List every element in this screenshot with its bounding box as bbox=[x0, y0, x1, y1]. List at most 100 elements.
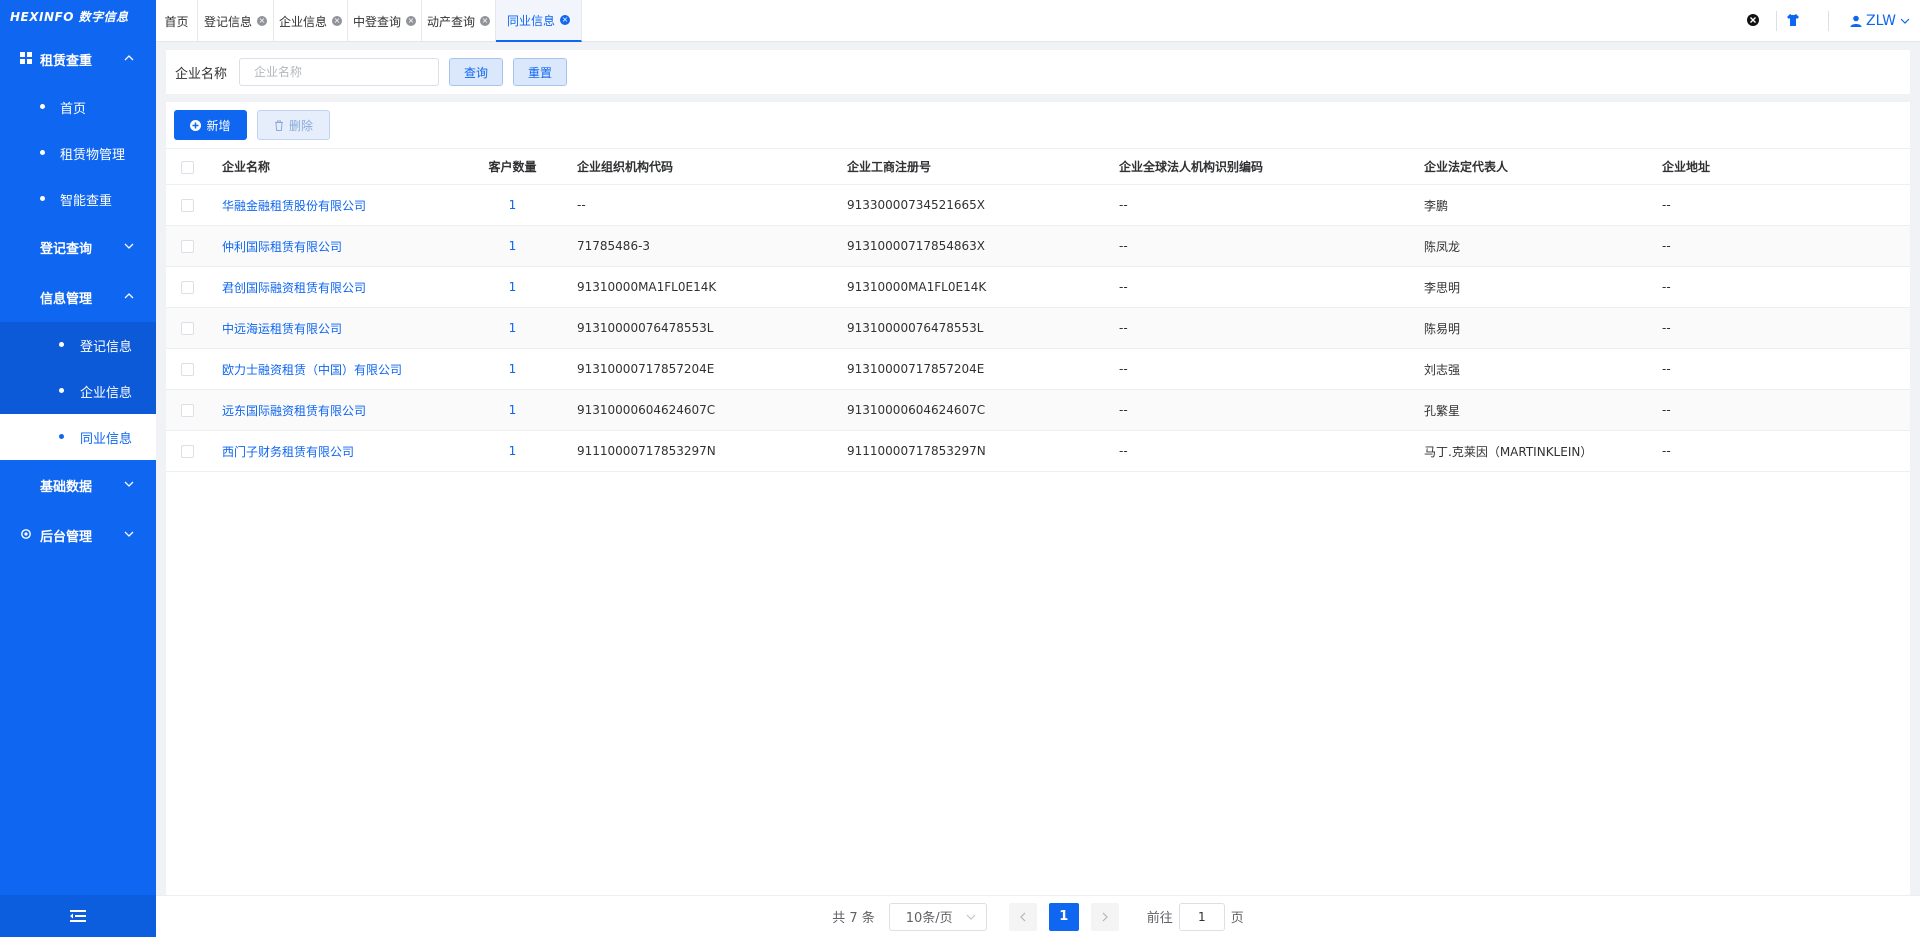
grid-icon bbox=[20, 52, 32, 64]
page-size-select[interactable]: 10条/页 bbox=[888, 902, 987, 931]
sidebar-item-registration-info[interactable]: 登记信息 bbox=[0, 322, 156, 368]
tab-label: 企业信息 bbox=[278, 14, 327, 29]
close-icon[interactable]: × bbox=[406, 16, 416, 26]
menu-group-lease-check[interactable]: 租赁查重 bbox=[0, 34, 156, 84]
pagination-total: 共 7 条 bbox=[832, 911, 875, 926]
app-logo: HEXINFO 数字信息 bbox=[10, 10, 129, 24]
row-checkbox[interactable] bbox=[181, 199, 194, 212]
prev-page-button[interactable] bbox=[1008, 902, 1037, 931]
add-button[interactable]: 新增 bbox=[174, 110, 247, 140]
tab-bar: 首页 登记信息 × 企业信息 × 中登查询 × 动产查询 × 同业信息 × ZLW bbox=[156, 0, 1920, 42]
chevron-up-icon bbox=[124, 55, 134, 61]
enterprise-name-link[interactable]: 西门子财务租赁有限公司 bbox=[222, 430, 478, 472]
page-number-current[interactable]: 1 bbox=[1048, 902, 1079, 931]
column-header: 企业工商注册号 bbox=[817, 148, 1089, 185]
customer-count-link[interactable]: 1 bbox=[478, 225, 547, 267]
table-row: 华融金融租赁股份有限公司 1 -- 91330000734521665X -- 李鹏 -- bbox=[166, 184, 1910, 226]
close-all-icon[interactable] bbox=[1746, 13, 1760, 27]
row-checkbox[interactable] bbox=[181, 322, 194, 335]
pagination: 共 7 条 10条/页 1 前往 页 bbox=[156, 895, 1920, 937]
chevron-left-icon bbox=[1019, 912, 1026, 921]
customer-count-link[interactable]: 1 bbox=[478, 430, 547, 472]
delete-button[interactable]: 删除 bbox=[257, 110, 330, 140]
bullet-icon bbox=[59, 342, 64, 347]
row-checkbox[interactable] bbox=[181, 404, 194, 417]
tab-zhongdeng-query[interactable]: 中登查询 × bbox=[348, 0, 422, 42]
table-row: 欧力士融资租赁（中国）有限公司 1 91310000717857204E 913100… bbox=[166, 348, 1910, 390]
legal-rep-cell: 孔繁星 bbox=[1394, 389, 1632, 431]
enterprise-name-link[interactable]: 中远海运租赁有限公司 bbox=[222, 307, 478, 349]
row-select-cell bbox=[166, 389, 222, 431]
enterprise-name-link[interactable]: 欧力士融资租赁（中国）有限公司 bbox=[222, 348, 478, 390]
main-panel: 新增 删除 企业名称 客户数量 企业组织机构代码 企业工商注册号 企业全球法人机… bbox=[166, 102, 1910, 895]
legal-rep-cell: 刘志强 bbox=[1394, 348, 1632, 390]
customer-count-link[interactable]: 1 bbox=[478, 184, 547, 226]
close-icon[interactable]: × bbox=[560, 15, 570, 25]
page-size-value: 10条/页 bbox=[905, 911, 953, 926]
reg-number-cell: 91310000717854863X bbox=[817, 225, 1089, 267]
customer-count-link[interactable]: 1 bbox=[478, 348, 547, 390]
org-code-cell: 91110000717853297N bbox=[547, 430, 817, 472]
column-header: 企业名称 bbox=[222, 148, 478, 185]
search-panel: 企业名称 查询 重置 bbox=[166, 50, 1910, 94]
address-cell: -- bbox=[1632, 225, 1910, 267]
menu-group-registration-query[interactable]: 登记查询 bbox=[0, 222, 156, 272]
select-all-checkbox[interactable] bbox=[181, 160, 194, 174]
enterprise-name-link[interactable]: 远东国际融资租赁有限公司 bbox=[222, 389, 478, 431]
header-divider bbox=[1828, 11, 1829, 31]
tab-enterprise-info[interactable]: 企业信息 × bbox=[274, 0, 348, 42]
address-cell: -- bbox=[1632, 307, 1910, 349]
sidebar-item-lease-assets[interactable]: 租赁物管理 bbox=[0, 130, 156, 176]
tab-home[interactable]: 首页 bbox=[156, 0, 198, 42]
customer-count-link[interactable]: 1 bbox=[478, 389, 547, 431]
org-code-cell: -- bbox=[547, 184, 817, 226]
sidebar-item-enterprise-info[interactable]: 企业信息 bbox=[0, 368, 156, 414]
row-checkbox[interactable] bbox=[181, 445, 194, 458]
reset-button[interactable]: 重置 bbox=[513, 58, 568, 86]
submenu-info-management: 登记信息 企业信息 bbox=[0, 322, 156, 414]
enterprise-name-link[interactable]: 仲利国际租赁有限公司 bbox=[222, 225, 478, 267]
row-checkbox[interactable] bbox=[181, 240, 194, 253]
address-cell: -- bbox=[1632, 266, 1910, 308]
menu-group-basic-data[interactable]: 基础数据 bbox=[0, 460, 156, 510]
address-cell: -- bbox=[1632, 348, 1910, 390]
next-page-button[interactable] bbox=[1090, 902, 1119, 931]
row-checkbox[interactable] bbox=[181, 363, 194, 376]
theme-shirt-icon[interactable] bbox=[1786, 13, 1800, 27]
column-header: 企业全球法人机构识别编码 bbox=[1089, 148, 1394, 185]
tab-peer-info[interactable]: 同业信息 × bbox=[496, 0, 582, 42]
sidebar-item-home[interactable]: 首页 bbox=[0, 84, 156, 130]
user-menu[interactable]: ZLW bbox=[1850, 0, 1920, 42]
close-icon[interactable]: × bbox=[332, 16, 342, 26]
table-header-row: 企业名称 客户数量 企业组织机构代码 企业工商注册号 企业全球法人机构识别编码 … bbox=[166, 148, 1910, 185]
goto-page-input[interactable] bbox=[1178, 902, 1225, 931]
sidebar-item-smart-check[interactable]: 智能查重 bbox=[0, 176, 156, 222]
legal-rep-cell: 李鹏 bbox=[1394, 184, 1632, 226]
table-row: 远东国际融资租赁有限公司 1 91310000604624607C 913100006… bbox=[166, 389, 1910, 431]
customer-count-link[interactable]: 1 bbox=[478, 307, 547, 349]
enterprise-name-link[interactable]: 华融金融租赁股份有限公司 bbox=[222, 184, 478, 226]
customer-count-link[interactable]: 1 bbox=[478, 266, 547, 308]
close-icon[interactable]: × bbox=[257, 16, 267, 26]
enterprise-name-link[interactable]: 君创国际融资租赁有限公司 bbox=[222, 266, 478, 308]
lei-code-cell: -- bbox=[1089, 389, 1394, 431]
org-code-cell: 91310000604624607C bbox=[547, 389, 817, 431]
menu-group-admin[interactable]: 后台管理 bbox=[0, 510, 156, 560]
lei-code-cell: -- bbox=[1089, 225, 1394, 267]
menu-group-label: 基础数据 bbox=[40, 479, 93, 495]
chevron-down-icon bbox=[124, 481, 134, 487]
reg-number-cell: 91310000076478553L bbox=[817, 307, 1089, 349]
sidebar-collapse-button[interactable] bbox=[0, 895, 156, 937]
page-suffix: 页 bbox=[1230, 911, 1244, 926]
header-divider bbox=[1776, 11, 1777, 31]
menu-group-info-management[interactable]: 信息管理 bbox=[0, 272, 156, 322]
enterprise-name-input[interactable] bbox=[239, 58, 440, 86]
tab-chattel-query[interactable]: 动产查询 × bbox=[422, 0, 496, 42]
org-code-cell: 91310000076478553L bbox=[547, 307, 817, 349]
query-button[interactable]: 查询 bbox=[449, 58, 504, 86]
tab-registration-info[interactable]: 登记信息 × bbox=[198, 0, 274, 42]
row-checkbox[interactable] bbox=[181, 281, 194, 294]
close-icon[interactable]: × bbox=[480, 16, 490, 26]
sidebar-item-peer-info[interactable]: 同业信息 bbox=[0, 414, 156, 460]
reg-number-cell: 91310000MA1FL0E14K bbox=[817, 266, 1089, 308]
